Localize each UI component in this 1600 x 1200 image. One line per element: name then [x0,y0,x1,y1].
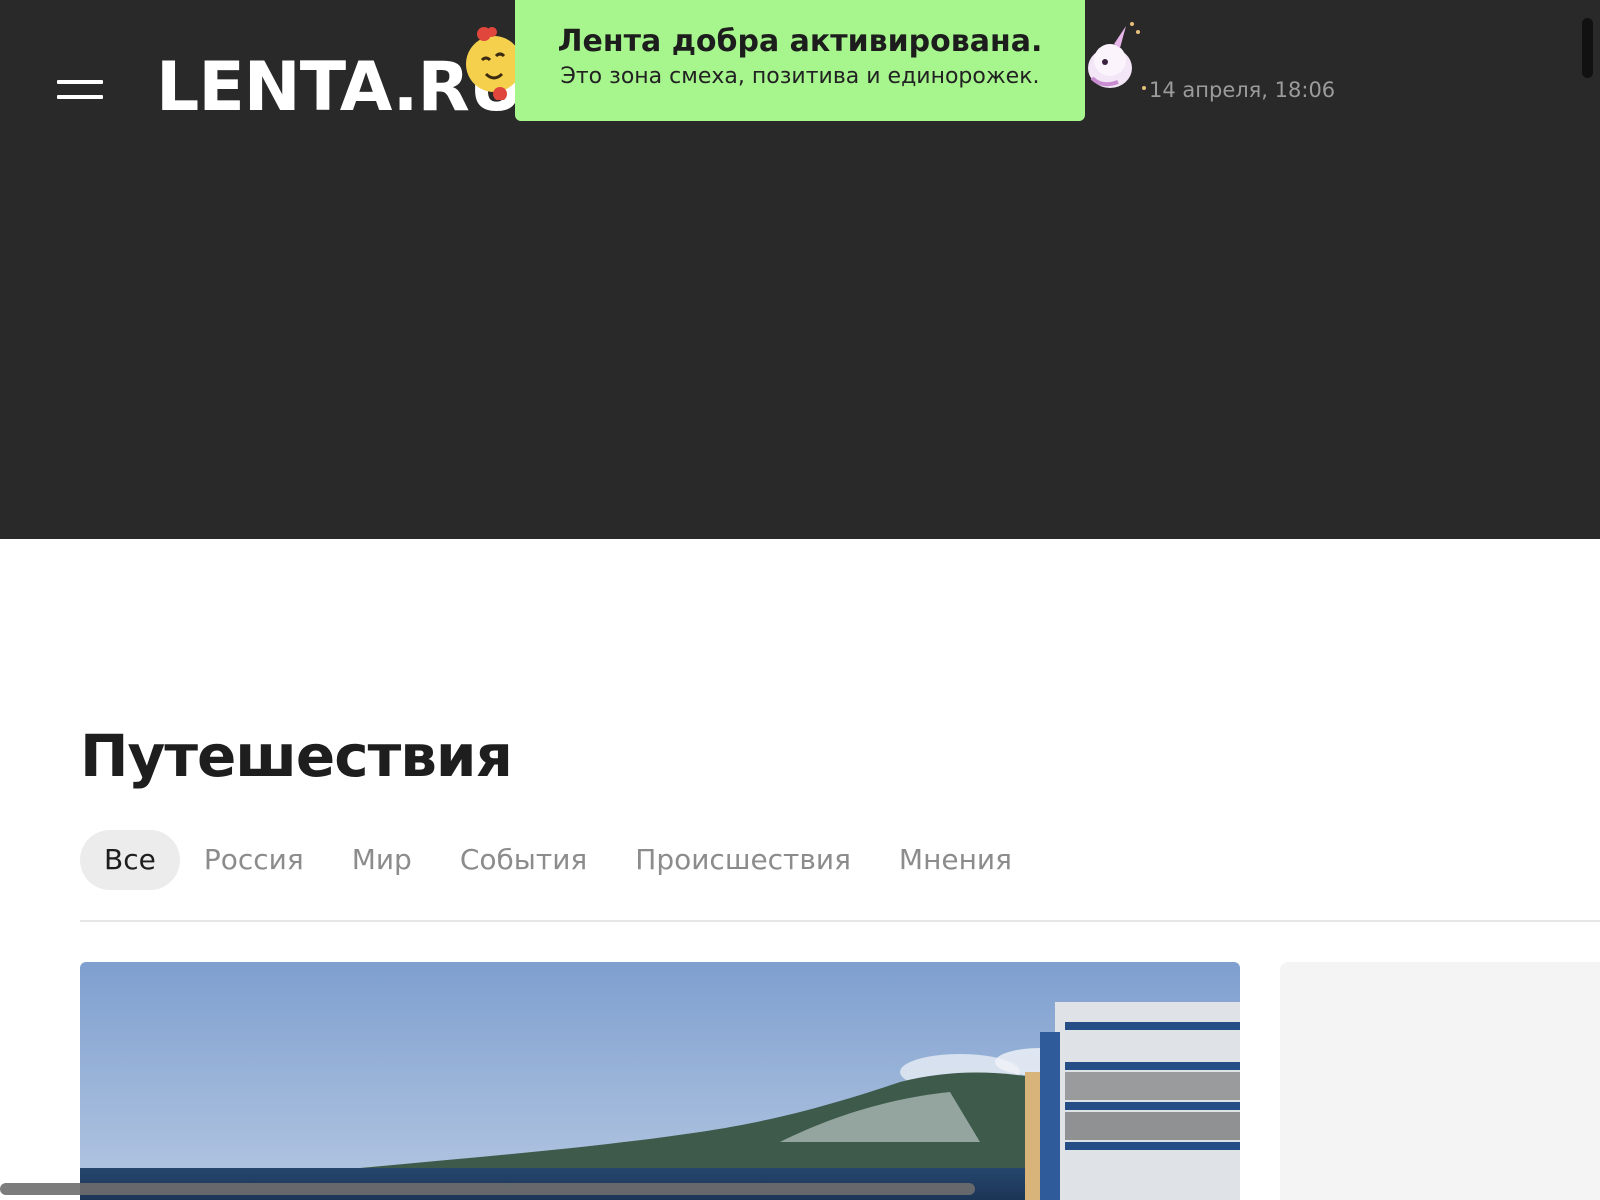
tab-opinions[interactable]: Мнения [875,830,1036,890]
vertical-scrollbar[interactable] [1582,18,1593,78]
toast-subtitle: Это зона смеха, позитива и единорожек. [560,64,1040,89]
tabs-divider [80,920,1600,922]
tab-all[interactable]: Все [80,830,180,890]
header-date: 14 апреля, 18:06 [1149,78,1336,102]
side-news-card[interactable] [1280,962,1600,1200]
coastal-photo [80,962,1240,1200]
page-title: Путешествия [80,722,513,790]
tab-world[interactable]: Мир [328,830,436,890]
horizontal-scrollbar[interactable] [0,1183,975,1195]
tab-events[interactable]: События [436,830,611,890]
notification-toast: Лента добра активирована. Это зона смеха… [515,0,1085,121]
hamburger-menu-icon[interactable] [57,76,103,104]
tab-russia[interactable]: Россия [180,830,328,890]
tab-incidents[interactable]: Происшествия [611,830,875,890]
toast-title: Лента добра активирована. [557,24,1043,59]
site-header: LENTA.RU Лента добра активирована. Это з… [0,0,1600,539]
hero-news-image[interactable] [80,962,1240,1200]
unicorn-icon [1088,22,1146,90]
rubric-tabs: Все Россия Мир События Происшествия Мнен… [80,830,1036,890]
